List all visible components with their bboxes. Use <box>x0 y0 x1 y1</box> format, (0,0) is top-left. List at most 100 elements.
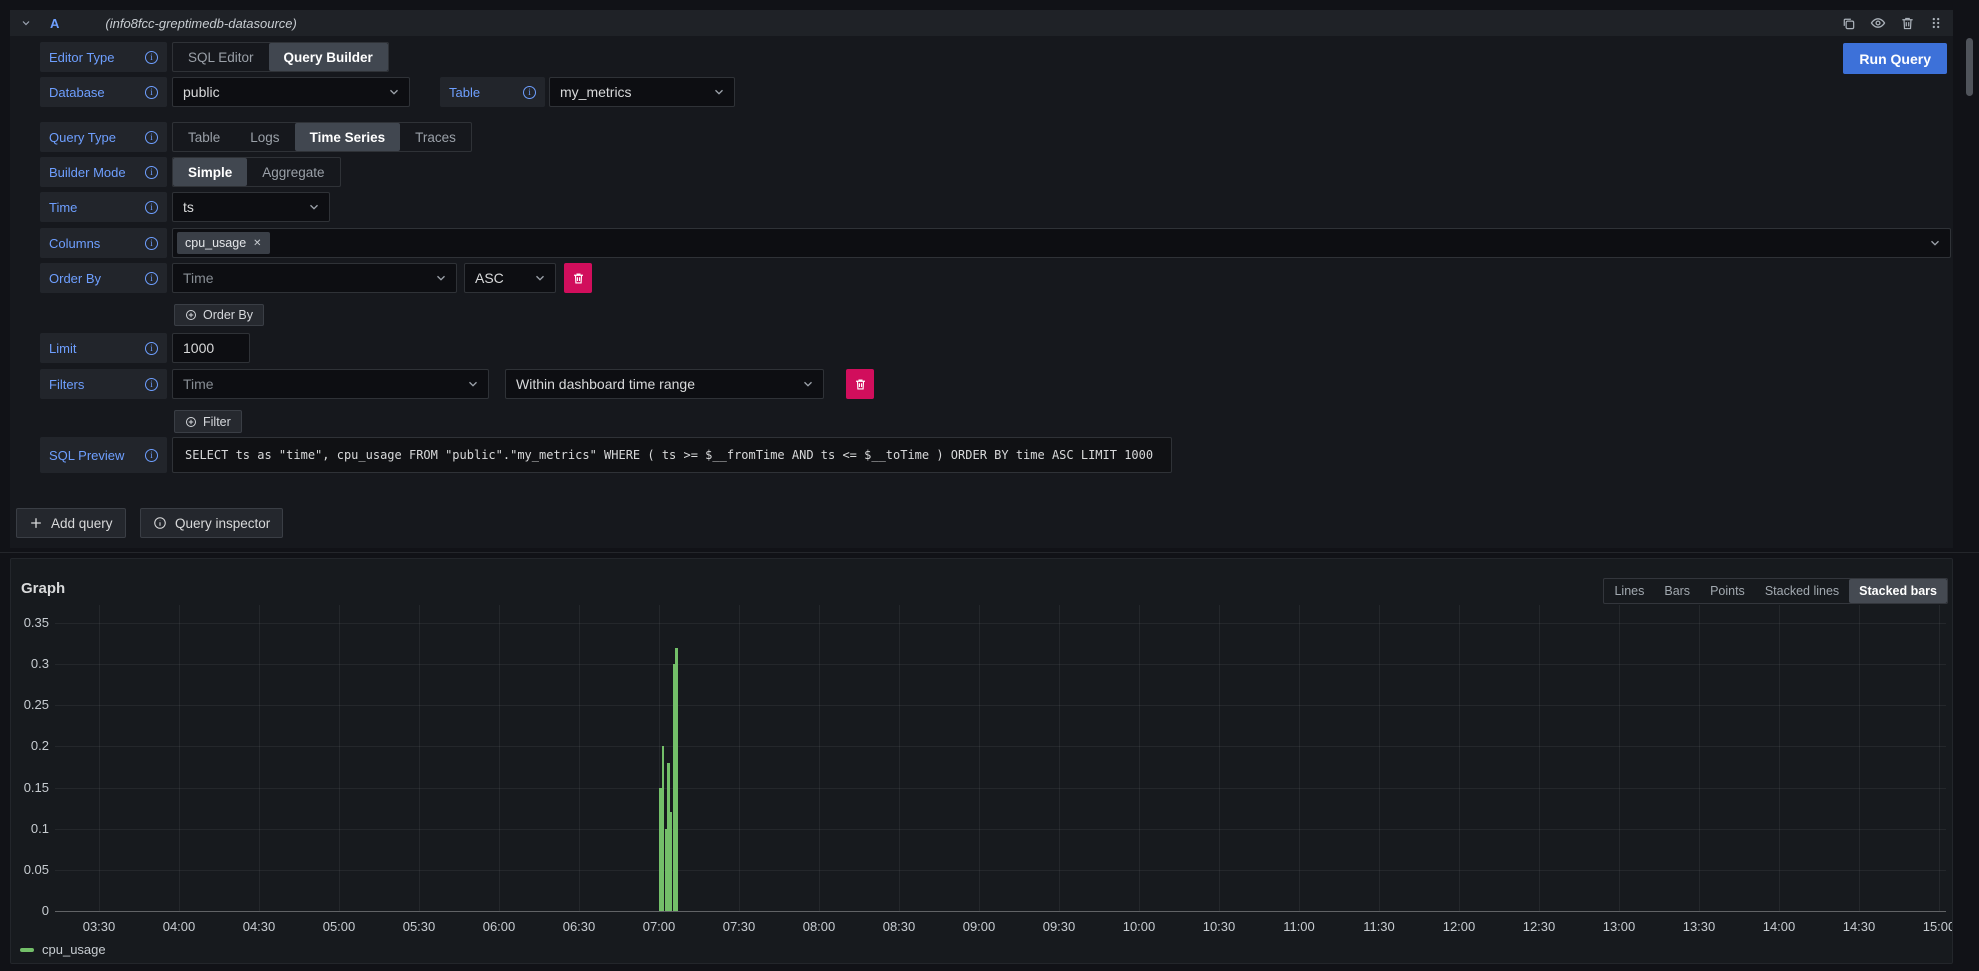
info-icon[interactable]: i <box>145 201 158 214</box>
grip-icon[interactable] <box>1929 16 1943 30</box>
legend-swatch <box>20 948 34 952</box>
add-query-button[interactable]: Add query <box>16 508 126 538</box>
time-label: Time i <box>40 192 167 222</box>
table-label: Table i <box>440 77 545 107</box>
x-axis-tick-label: 03:30 <box>71 919 127 934</box>
query-type-switch: Table Logs Time Series Traces <box>172 122 472 152</box>
add-order-by-button[interactable]: Order By <box>174 304 264 326</box>
filters-label: Filters i <box>40 369 167 399</box>
x-axis-tick-label: 07:00 <box>631 919 687 934</box>
legend-item-cpu-usage[interactable]: cpu_usage <box>20 942 106 957</box>
gridline-vertical <box>179 605 180 911</box>
bar-cpu_usage <box>675 648 677 911</box>
sql-preview-label: SQL Preview i <box>40 437 167 473</box>
chevron-down-icon <box>1928 236 1942 250</box>
y-axis-tick-label: 0.15 <box>11 780 49 795</box>
gridline-horizontal <box>55 705 1946 706</box>
query-row-header[interactable]: A (info8fcc-greptimedb-datasource) <box>10 10 1953 36</box>
trash-icon[interactable] <box>1900 16 1915 31</box>
remove-order-by-button[interactable] <box>564 263 592 293</box>
row-query-type: Query Type i Table Logs Time Series Trac… <box>10 122 1953 152</box>
chevron-down-icon <box>801 377 815 391</box>
x-axis-tick-label: 14:30 <box>1831 919 1887 934</box>
order-by-column-select[interactable]: Time <box>172 263 457 293</box>
gridline-vertical <box>1859 605 1860 911</box>
query-type-traces[interactable]: Traces <box>400 123 471 151</box>
row-filters: Filters i Time Within dashboard time ran… <box>10 369 1953 399</box>
columns-label: Columns i <box>40 228 167 258</box>
order-by-direction-select[interactable]: ASC <box>464 263 556 293</box>
chevron-down-icon <box>533 271 547 285</box>
gridline-vertical <box>419 605 420 911</box>
gridline-vertical <box>499 605 500 911</box>
remove-filter-button[interactable] <box>846 369 874 399</box>
x-axis-tick-label: 06:00 <box>471 919 527 934</box>
query-type-logs[interactable]: Logs <box>235 123 294 151</box>
x-axis-tick-label: 04:30 <box>231 919 287 934</box>
info-icon[interactable]: i <box>145 342 158 355</box>
filter-condition-select[interactable]: Within dashboard time range <box>505 369 824 399</box>
y-axis-tick-label: 0.35 <box>11 615 49 630</box>
gridline-vertical <box>259 605 260 911</box>
row-editor-type: Editor Type i SQL Editor Query Builder <box>10 42 1953 72</box>
time-column-select[interactable]: ts <box>172 192 330 222</box>
gridline-vertical <box>819 605 820 911</box>
builder-mode-aggregate[interactable]: Aggregate <box>247 158 339 186</box>
gridline-vertical <box>1939 605 1940 911</box>
info-icon[interactable]: i <box>145 237 158 250</box>
x-axis-tick-label: 08:00 <box>791 919 847 934</box>
y-axis-tick-label: 0.1 <box>11 821 49 836</box>
info-icon[interactable]: i <box>523 86 536 99</box>
query-type-time-series[interactable]: Time Series <box>295 123 401 151</box>
legend-label: cpu_usage <box>42 942 106 957</box>
database-select[interactable]: public <box>172 77 410 107</box>
editor-type-query-builder[interactable]: Query Builder <box>269 43 388 71</box>
chevron-down-icon[interactable] <box>20 17 32 29</box>
vertical-scrollbar-thumb[interactable] <box>1966 38 1973 96</box>
x-axis-tick-label: 13:30 <box>1671 919 1727 934</box>
info-icon[interactable]: i <box>145 51 158 64</box>
row-columns: Columns i cpu_usage ✕ <box>10 228 1953 258</box>
gridline-horizontal <box>55 870 1946 871</box>
x-axis-tick-label: 14:00 <box>1751 919 1807 934</box>
sql-preview-text: SELECT ts as "time", cpu_usage FROM "pub… <box>172 437 1172 473</box>
page: A (info8fcc-greptimedb-datasource) Run Q… <box>0 0 1979 971</box>
x-axis-tick-label: 15:00 <box>1911 919 1953 934</box>
x-axis-tick-label: 12:00 <box>1431 919 1487 934</box>
panel-splitter[interactable] <box>0 552 1979 553</box>
info-icon[interactable]: i <box>145 166 158 179</box>
columns-multiselect[interactable]: cpu_usage ✕ <box>172 228 1951 258</box>
limit-label: Limit i <box>40 333 167 363</box>
chevron-down-icon <box>712 85 726 99</box>
row-order-by: Order By i Time ASC <box>10 263 1953 293</box>
x-axis-tick-label: 05:30 <box>391 919 447 934</box>
query-type-table[interactable]: Table <box>173 123 235 151</box>
gridline-vertical <box>739 605 740 911</box>
x-axis-tick-label: 06:30 <box>551 919 607 934</box>
copy-icon[interactable] <box>1841 16 1856 31</box>
eye-icon[interactable] <box>1870 15 1886 31</box>
remove-tag-icon[interactable]: ✕ <box>253 238 261 249</box>
query-type-label: Query Type i <box>40 122 167 152</box>
info-icon[interactable]: i <box>145 272 158 285</box>
info-icon[interactable]: i <box>145 449 158 462</box>
add-filter-button[interactable]: Filter <box>174 410 242 433</box>
chart-plot-area[interactable]: 03:3004:0004:3005:0005:3006:0006:3007:00… <box>11 559 1952 963</box>
query-inspector-button[interactable]: Query inspector <box>140 508 283 538</box>
gridline-vertical <box>1699 605 1700 911</box>
info-icon[interactable]: i <box>145 86 158 99</box>
filter-column-select[interactable]: Time <box>172 369 489 399</box>
database-label: Database i <box>40 77 167 107</box>
gridline-vertical <box>579 605 580 911</box>
builder-mode-switch: Simple Aggregate <box>172 157 341 187</box>
chevron-down-icon <box>466 377 480 391</box>
chevron-down-icon <box>434 271 448 285</box>
gridline-vertical <box>1459 605 1460 911</box>
editor-type-sql-editor[interactable]: SQL Editor <box>173 43 269 71</box>
table-select[interactable]: my_metrics <box>549 77 735 107</box>
builder-mode-simple[interactable]: Simple <box>173 158 247 186</box>
info-icon[interactable]: i <box>145 378 158 391</box>
info-icon[interactable]: i <box>145 131 158 144</box>
limit-input[interactable]: 1000 <box>172 333 250 363</box>
gridline-vertical <box>1299 605 1300 911</box>
